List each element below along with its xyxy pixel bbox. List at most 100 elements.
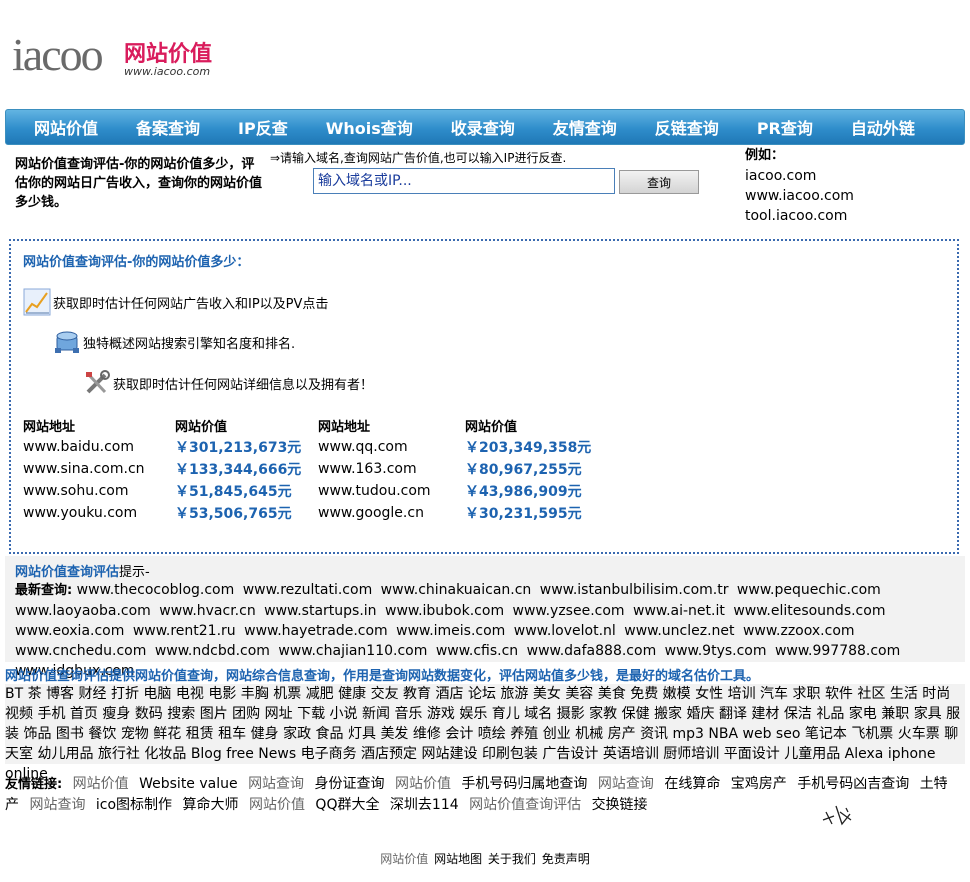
tag-link[interactable]: free [226, 746, 254, 762]
tag-link[interactable]: 下载 [297, 706, 325, 722]
friend-link[interactable]: 网站查询 [598, 776, 654, 792]
tag-link[interactable]: 电影 [208, 686, 236, 702]
footer-brand[interactable]: 网站价值 [380, 852, 428, 866]
footer-link-disclaimer[interactable]: 免责声明 [542, 852, 590, 866]
tag-link[interactable]: BT [5, 686, 23, 702]
tag-link[interactable]: 旅游 [500, 686, 528, 702]
tag-link[interactable]: 生活 [890, 686, 918, 702]
site-url[interactable]: www.sohu.com [23, 483, 175, 499]
nav-item-beian[interactable]: 备案查询 [114, 115, 216, 139]
friend-link[interactable]: 在线算命 [664, 776, 720, 792]
nav-item-ip[interactable]: IP反查 [216, 115, 304, 139]
friend-link[interactable]: 深圳去114 [390, 797, 459, 813]
tag-link[interactable]: web [743, 726, 772, 742]
recent-query-link[interactable]: www.pequechic.com [737, 582, 881, 598]
recent-query-link[interactable]: www.imeis.com [396, 623, 505, 639]
tag-link[interactable]: 建材 [751, 706, 779, 722]
tag-link[interactable]: iphone [888, 746, 936, 762]
friend-link[interactable]: 手机号码归属地查询 [461, 776, 587, 792]
recent-query-link[interactable]: www.dafa888.com [527, 643, 657, 659]
site-url[interactable]: www.sina.com.cn [23, 461, 175, 477]
friend-link[interactable]: 网站价值 [73, 776, 129, 792]
tag-link[interactable]: 汽车 [760, 686, 788, 702]
tag-link[interactable]: 家教 [589, 706, 617, 722]
recent-query-link[interactable]: www.cnchedu.com [15, 643, 146, 659]
tag-link[interactable]: 酒店 [436, 686, 464, 702]
nav-item-autolink[interactable]: 自动外链 [829, 115, 931, 139]
tag-link[interactable]: 域名 [524, 706, 552, 722]
tag-link[interactable]: 厨师培训 [663, 746, 719, 762]
example-item[interactable]: www.iacoo.com [745, 186, 854, 206]
friend-link[interactable]: 网站价值查询评估 [469, 797, 581, 813]
footer-link-about[interactable]: 关于我们 [488, 852, 536, 866]
tag-link[interactable]: 飞机票 [851, 726, 893, 742]
tag-link[interactable]: 火车票 [898, 726, 940, 742]
tag-link[interactable]: seo [776, 726, 800, 742]
tag-link[interactable]: 时尚 [922, 686, 950, 702]
recent-query-link[interactable]: www.elitesounds.com [733, 603, 885, 619]
tag-link[interactable]: 瘦身 [102, 706, 130, 722]
tag-link[interactable]: 餐饮 [88, 726, 116, 742]
tag-link[interactable]: 饰品 [23, 726, 51, 742]
tag-link[interactable]: 论坛 [468, 686, 496, 702]
tag-link[interactable]: 首页 [70, 706, 98, 722]
nav-item-friend[interactable]: 友情查询 [531, 115, 633, 139]
tag-link[interactable]: 机械 [575, 726, 603, 742]
footer-link-sitemap[interactable]: 网站地图 [434, 852, 482, 866]
recent-query-link[interactable]: www.lovelot.nl [514, 623, 616, 639]
recent-query-link[interactable]: www.laoyaoba.com [15, 603, 151, 619]
nav-item-backlink[interactable]: 反链查询 [633, 115, 735, 139]
tag-link[interactable]: 保洁 [784, 706, 812, 722]
recent-query-link[interactable]: www.chinakuaican.cn [381, 582, 532, 598]
tag-link[interactable]: 摄影 [557, 706, 585, 722]
tag-link[interactable]: 租车 [218, 726, 246, 742]
recent-query-link[interactable]: www.rent21.ru [133, 623, 236, 639]
recent-query-link[interactable]: www.chajian110.com [278, 643, 427, 659]
example-item[interactable]: tool.iacoo.com [745, 206, 854, 226]
tag-link[interactable]: 网站建设 [421, 746, 477, 762]
recent-query-link[interactable]: www.cfis.cn [436, 643, 518, 659]
friend-link[interactable]: 身份证查询 [315, 776, 385, 792]
nav-item-value[interactable]: 网站价值 [12, 115, 114, 139]
tag-link[interactable]: 资讯 [640, 726, 668, 742]
tag-link[interactable]: 电视 [176, 686, 204, 702]
tag-link[interactable]: 女性 [695, 686, 723, 702]
tag-link[interactable]: 求职 [792, 686, 820, 702]
site-url[interactable]: www.youku.com [23, 505, 175, 521]
recent-query-link[interactable]: www.9tys.com [665, 643, 767, 659]
tag-link[interactable]: 搬家 [654, 706, 682, 722]
friend-link[interactable]: 网站查询 [248, 776, 304, 792]
nav-item-whois[interactable]: Whois查询 [304, 115, 429, 139]
tag-link[interactable]: 打折 [111, 686, 139, 702]
tag-link[interactable]: 美容 [565, 686, 593, 702]
tag-link[interactable]: mp3 [673, 726, 704, 742]
tag-link[interactable]: 音乐 [394, 706, 422, 722]
tag-link[interactable]: 食品 [316, 726, 344, 742]
tag-link[interactable]: 社区 [857, 686, 885, 702]
tag-link[interactable]: 化妆品 [144, 746, 186, 762]
tag-link[interactable]: 财经 [79, 686, 107, 702]
tag-link[interactable]: 电脑 [143, 686, 171, 702]
tag-link[interactable]: 育儿 [492, 706, 520, 722]
tag-link[interactable]: 茶 [28, 686, 42, 702]
tag-link[interactable]: 维修 [413, 726, 441, 742]
search-input[interactable] [313, 168, 615, 194]
info-title-link[interactable]: 网站价值查询评估 [15, 565, 119, 580]
tag-link[interactable]: 平面设计 [724, 746, 780, 762]
tag-link[interactable]: 健身 [251, 726, 279, 742]
tag-link[interactable]: 灯具 [348, 726, 376, 742]
tag-link[interactable]: 美女 [533, 686, 561, 702]
recent-query-link[interactable]: www.startups.in [264, 603, 376, 619]
tag-link[interactable]: Blog [191, 746, 222, 762]
tag-link[interactable]: 数码 [135, 706, 163, 722]
tag-link[interactable]: 笔记本 [805, 726, 847, 742]
friend-link[interactable]: 网站价值 [249, 797, 305, 813]
tag-link[interactable]: 培训 [728, 686, 756, 702]
tag-link[interactable]: 家具 [914, 706, 942, 722]
tag-link[interactable]: 交友 [371, 686, 399, 702]
site-logo[interactable]: iacoo 网站价值 www.iacoo.com [12, 32, 222, 84]
friend-link[interactable]: Website value [139, 776, 238, 792]
tag-link[interactable]: 翻译 [719, 706, 747, 722]
friend-link[interactable]: QQ群大全 [315, 797, 379, 813]
friend-link[interactable]: 算命大师 [183, 797, 239, 813]
